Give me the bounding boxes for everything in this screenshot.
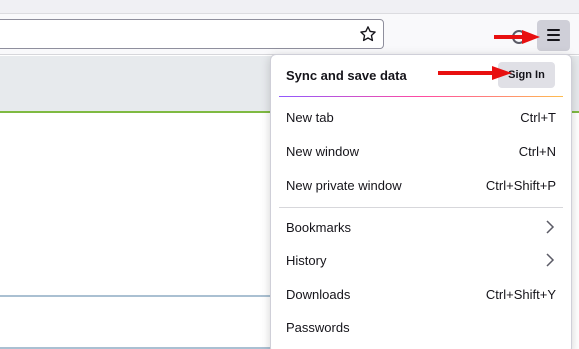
menu-item-passwords[interactable]: Passwords xyxy=(271,312,571,342)
star-icon[interactable] xyxy=(359,25,377,43)
menu-item-label: History xyxy=(286,253,327,268)
menu-separator xyxy=(279,207,563,208)
menu-item-label: New tab xyxy=(286,110,334,125)
hamburger-menu-icon-line xyxy=(547,39,560,41)
annotation-arrow-icon xyxy=(494,30,540,44)
menu-item-history[interactable]: History xyxy=(271,245,571,275)
url-bar[interactable] xyxy=(0,19,384,49)
menu-item-label: New private window xyxy=(286,178,402,193)
hamburger-menu-icon xyxy=(547,29,560,31)
sync-title: Sync and save data xyxy=(286,68,407,83)
menu-item-shortcut: Ctrl+T xyxy=(520,110,556,125)
open-application-menu-button[interactable] xyxy=(537,20,570,51)
menu-item-shortcut: Ctrl+Shift+P xyxy=(485,178,556,193)
navigation-toolbar xyxy=(0,14,579,55)
menu-item-shortcut: Ctrl+N xyxy=(518,144,556,159)
menu-item-new-tab[interactable]: New tab Ctrl+T xyxy=(271,102,571,132)
menu-item-downloads[interactable]: Downloads Ctrl+Shift+Y xyxy=(271,279,571,309)
chevron-right-icon xyxy=(546,220,555,234)
menu-item-label: New window xyxy=(286,144,359,159)
menu-item-shortcut: Ctrl+Shift+Y xyxy=(485,287,556,302)
page-content-box xyxy=(0,295,300,349)
menu-separator xyxy=(279,96,563,97)
tab-strip xyxy=(0,0,579,14)
menu-item-bookmarks[interactable]: Bookmarks xyxy=(271,212,571,242)
hamburger-menu-icon-line xyxy=(547,34,560,36)
sync-row: Sync and save data Sign In xyxy=(271,55,571,95)
menu-item-new-private-window[interactable]: New private window Ctrl+Shift+P xyxy=(271,170,571,200)
menu-item-label: Downloads xyxy=(286,287,351,302)
annotation-arrow-icon xyxy=(438,66,512,80)
application-menu: Sync and save data Sign In New tab Ctrl+… xyxy=(270,54,572,349)
chevron-right-icon xyxy=(546,253,555,267)
menu-item-label: Bookmarks xyxy=(286,220,352,235)
menu-item-new-window[interactable]: New window Ctrl+N xyxy=(271,136,571,166)
menu-item-label: Passwords xyxy=(286,320,350,335)
